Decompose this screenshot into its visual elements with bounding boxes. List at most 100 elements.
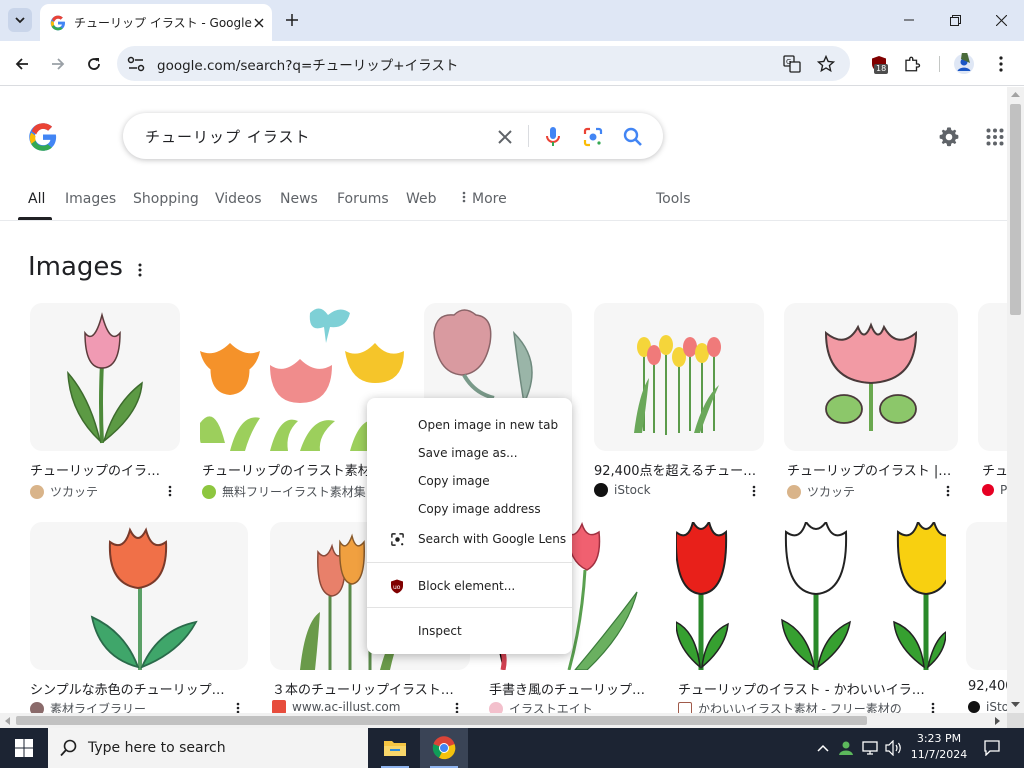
scroll-down-icon[interactable]	[1011, 701, 1020, 708]
image-caption: 手書き風のチューリップ…	[489, 683, 646, 698]
voice-search-button[interactable]	[541, 125, 565, 149]
image-source[interactable]: P	[982, 483, 1007, 497]
close-tab-icon[interactable]	[254, 18, 264, 28]
scrollbar-corner	[1007, 713, 1024, 728]
scroll-right-icon[interactable]	[994, 717, 1001, 725]
browser-menu-button[interactable]	[990, 53, 1012, 75]
new-tab-button[interactable]	[282, 10, 302, 30]
google-lens-button[interactable]	[581, 125, 605, 149]
image-source[interactable]: iStock	[594, 483, 734, 497]
image-source[interactable]: ツカッテ	[30, 483, 160, 500]
image-source[interactable]: 無料フリーイラスト素材集	[202, 483, 368, 500]
url-text: google.com/search?q=チューリップ+イラスト	[157, 57, 459, 74]
arrow-left-icon	[15, 58, 28, 70]
close-window-button[interactable]	[986, 6, 1016, 34]
search-button[interactable]	[621, 125, 645, 149]
chevron-up-icon	[817, 744, 829, 752]
profile-button[interactable]	[953, 53, 975, 75]
menu-item-label: Save image as...	[418, 446, 518, 460]
vertical-dots-icon	[752, 485, 756, 497]
scroll-up-icon[interactable]	[1011, 91, 1020, 98]
speaker-icon	[885, 740, 901, 756]
tools-button[interactable]: Tools	[656, 191, 691, 207]
restore-icon	[949, 14, 961, 26]
taskbar-chrome[interactable]	[420, 728, 468, 768]
tab-web[interactable]: Web	[406, 191, 437, 207]
notifications-button[interactable]	[978, 728, 1006, 768]
forward-button[interactable]	[46, 52, 70, 76]
google-apps-button[interactable]	[982, 124, 1008, 150]
tab-search-button[interactable]	[8, 8, 32, 32]
menu-item-label: Search with Google Lens	[418, 532, 567, 546]
minimize-button[interactable]	[894, 6, 924, 34]
taskbar-file-explorer[interactable]	[371, 728, 419, 768]
tab-forums[interactable]: Forums	[337, 191, 389, 207]
show-hidden-icons-button[interactable]	[814, 728, 832, 768]
volume-button[interactable]	[884, 728, 904, 768]
ublock-extension-button[interactable]: 18	[868, 53, 890, 75]
translate-icon[interactable]: G	[783, 54, 801, 73]
image-caption: チュ	[982, 464, 1007, 479]
image-source-name: 無料フリーイラスト素材集	[222, 485, 366, 499]
menu-item-copy-image[interactable]: Copy image	[367, 468, 572, 494]
settings-button[interactable]	[936, 124, 962, 150]
menu-item-copy-image-address[interactable]: Copy image address	[367, 496, 572, 522]
taskbar-clock[interactable]: 3:23 PM 11/7/2024	[905, 731, 973, 763]
menu-separator	[367, 562, 572, 563]
vertical-scroll-thumb[interactable]	[1010, 104, 1021, 315]
tab-videos[interactable]: Videos	[215, 191, 262, 207]
tab-images[interactable]: Images	[65, 191, 116, 207]
source-favicon-icon	[272, 700, 286, 714]
menu-separator	[367, 607, 572, 608]
tab-shopping[interactable]: Shopping	[133, 191, 199, 207]
back-button[interactable]	[10, 52, 34, 76]
image-thumbnail[interactable]	[676, 522, 946, 670]
image-thumbnail[interactable]	[30, 522, 248, 670]
bookmark-star-icon[interactable]	[817, 54, 835, 73]
menu-item-search-with-google-lens[interactable]: Search with Google Lens	[367, 526, 572, 552]
network-button[interactable]	[860, 728, 882, 768]
menu-item-save-image-as[interactable]: Save image as...	[367, 440, 572, 466]
image-caption: チューリップのイラスト |…	[787, 464, 952, 479]
scroll-left-icon[interactable]	[4, 717, 11, 725]
search-box[interactable]: チューリップ イラスト	[123, 113, 663, 159]
menu-item-block-element[interactable]: uo Block element...	[367, 573, 572, 599]
tray-app-icon[interactable]	[836, 728, 856, 768]
google-logo-icon[interactable]	[28, 122, 58, 152]
vertical-scrollbar[interactable]	[1007, 87, 1024, 713]
start-button[interactable]	[0, 728, 48, 768]
images-section-menu[interactable]	[133, 260, 147, 280]
tab-news[interactable]: News	[280, 191, 318, 207]
menu-item-inspect[interactable]: Inspect	[367, 618, 572, 644]
site-settings-icon[interactable]	[127, 56, 145, 72]
browser-tab[interactable]: チューリップ イラスト - Google Search	[40, 4, 272, 41]
tab-all[interactable]: All	[28, 191, 45, 207]
horizontal-scroll-thumb[interactable]	[16, 716, 867, 725]
image-thumbnail[interactable]	[966, 522, 1007, 670]
restore-button[interactable]	[940, 6, 970, 34]
tulip-illustration	[67, 312, 143, 444]
tab-more[interactable]: More	[462, 191, 507, 207]
extensions-button[interactable]	[901, 53, 923, 75]
browser-toolbar: google.com/search?q=チューリップ+イラスト G 18	[0, 41, 1024, 86]
image-thumbnail[interactable]	[30, 303, 180, 451]
clock-time: 3:23 PM	[916, 732, 962, 745]
image-source-name: iSto	[986, 700, 1007, 714]
image-thumbnail[interactable]	[594, 303, 764, 451]
image-source[interactable]: iSto	[968, 700, 1007, 714]
image-thumbnail[interactable]	[784, 303, 958, 451]
image-thumbnail[interactable]	[978, 303, 1007, 451]
image-result-menu[interactable]	[749, 483, 759, 499]
reload-button[interactable]	[82, 52, 106, 76]
image-source[interactable]: www.ac-illust.com	[272, 700, 452, 714]
address-bar[interactable]: google.com/search?q=チューリップ+イラスト G	[117, 46, 850, 81]
search-input[interactable]: チューリップ イラスト	[145, 126, 310, 147]
menu-item-open-image-new-tab[interactable]: Open image in new tab	[367, 412, 572, 438]
horizontal-scrollbar[interactable]	[0, 713, 1007, 728]
image-source-name: ツカッテ	[50, 485, 99, 499]
clear-search-button[interactable]	[493, 125, 517, 149]
image-source[interactable]: ツカッテ	[787, 483, 927, 500]
image-result-menu[interactable]	[165, 483, 175, 499]
image-result-menu[interactable]	[943, 483, 953, 499]
taskbar-search-box[interactable]: Type here to search	[48, 728, 368, 768]
